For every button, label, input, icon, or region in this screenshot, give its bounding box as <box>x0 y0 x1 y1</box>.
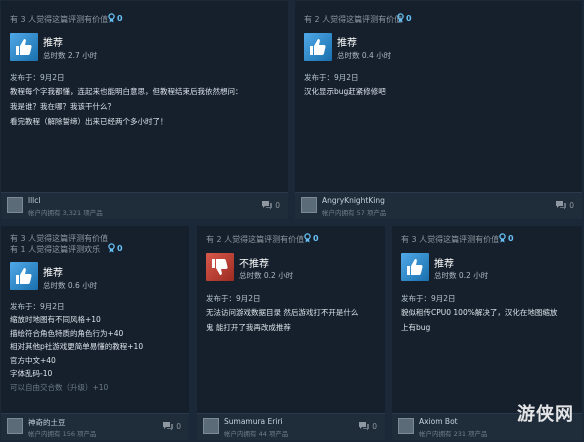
helpful-count: 有 3 人觉得这篇评测有价值 <box>10 234 109 243</box>
review-footer: AngryKnightKing 帐户内拥有 57 项产品 0 <box>295 192 582 219</box>
posted-date: 发布于：9月2日 <box>304 73 359 82</box>
products-owned: 帐户内拥有 231 项产品 <box>419 430 488 438</box>
playtime-hours: 总时数 0.4 小时 <box>337 51 392 60</box>
award-ribbon-icon <box>304 233 311 243</box>
review-verdict[interactable]: 推荐 <box>434 255 454 270</box>
thumbs-up-icon[interactable] <box>10 33 38 61</box>
award-ribbon-icon <box>499 233 506 243</box>
award-count[interactable]: 0 <box>499 233 514 243</box>
review-footer: 神奇的土豆 帐户内拥有 156 项产品 0 <box>1 413 189 440</box>
posted-date: 发布于：9月2日 <box>10 302 65 311</box>
watermark-logo: 游侠网 <box>517 404 574 425</box>
reviewer-name[interactable]: Axiom Bot <box>419 417 458 426</box>
products-owned: 帐户内拥有 3,321 项产品 <box>28 209 103 217</box>
award-count[interactable]: 0 <box>397 13 412 23</box>
award-count[interactable]: 0 <box>108 13 123 23</box>
posted-date: 发布于：9月2日 <box>206 294 261 303</box>
review-card: 有 2 人觉得这篇评测有价值 0 推荐 总时数 0.4 小时 发布于：9月2日 … <box>295 1 582 219</box>
review-footer: lllcl 帐户内拥有 3,321 项产品 0 <box>1 192 288 219</box>
award-ribbon-icon <box>108 13 115 23</box>
reviewer-name[interactable]: AngryKnightKing <box>322 196 385 205</box>
comment-bubble-icon <box>556 201 567 210</box>
comment-bubble-icon <box>163 422 174 431</box>
reviewer-name[interactable]: lllcl <box>28 196 40 205</box>
thumbs-up-icon[interactable] <box>10 262 38 290</box>
posted-date: 发布于：9月2日 <box>10 73 65 82</box>
comment-count[interactable]: 0 <box>358 421 377 431</box>
review-verdict[interactable]: 推荐 <box>43 34 63 49</box>
avatar[interactable] <box>398 418 414 434</box>
helpful-count: 有 2 人觉得这篇评测有价值 <box>304 15 403 24</box>
playtime-hours: 总时数 2.7 小时 <box>43 51 98 60</box>
reviewer-name[interactable]: 神奇的土豆 <box>28 417 66 428</box>
funny-count: 有 1 人觉得这篇评测欢乐 <box>10 245 101 254</box>
review-card: 有 3 人觉得这篇评测有价值 0 推荐 总时数 0.2 小时 发布于：9月2日 … <box>392 226 582 440</box>
award-count[interactable]: 0 <box>108 243 123 253</box>
review-verdict[interactable]: 推荐 <box>43 264 63 279</box>
comment-bubble-icon <box>359 422 370 431</box>
reviewer-name[interactable]: Sumamura Eriri <box>224 417 283 426</box>
products-owned: 帐户内拥有 57 项产品 <box>322 209 387 217</box>
review-footer: Sumamura Eriri 帐户内拥有 44 项产品 0 <box>197 413 385 440</box>
award-count[interactable]: 0 <box>304 233 319 243</box>
review-text: 无法访问游戏数据目录 然后游戏打不开是什么 鬼 能打开了我再改成推荐 <box>206 308 359 332</box>
thumbs-down-icon[interactable] <box>206 253 234 281</box>
helpful-count: 有 3 人觉得这篇评测有价值 <box>10 15 109 24</box>
playtime-hours: 总时数 0.2 小时 <box>239 271 294 280</box>
thumbs-up-icon[interactable] <box>304 33 332 61</box>
comment-count[interactable]: 0 <box>555 200 574 210</box>
review-verdict[interactable]: 不推荐 <box>239 255 269 270</box>
review-card: 有 3 人觉得这篇评测有价值 有 1 人觉得这篇评测欢乐 0 推荐 总时数 0.… <box>1 226 189 440</box>
avatar[interactable] <box>301 197 317 213</box>
products-owned: 帐户内拥有 44 项产品 <box>224 430 289 438</box>
award-ribbon-icon <box>397 13 404 23</box>
review-card: 有 3 人觉得这篇评测有价值 0 推荐 总时数 2.7 小时 发布于：9月2日 … <box>1 1 288 219</box>
review-text: 貌似租传CPU0 100%解决了，汉化在地图缩放 上有bug <box>401 308 558 332</box>
helpful-count: 有 2 人觉得这篇评测有价值 <box>206 235 305 244</box>
review-text: 汉化显示bug赶紧修修吧 <box>304 87 386 96</box>
comment-count[interactable]: 0 <box>162 421 181 431</box>
products-owned: 帐户内拥有 156 项产品 <box>28 430 97 438</box>
comment-count[interactable]: 0 <box>261 200 280 210</box>
award-ribbon-icon <box>108 243 115 253</box>
review-text: 教程每个字我都懂，连起来也能明白意思，但教程结束后我依然想问： 我是谁？我在哪？… <box>10 87 243 126</box>
playtime-hours: 总时数 0.6 小时 <box>43 281 98 290</box>
review-verdict[interactable]: 推荐 <box>337 34 357 49</box>
review-card: 有 2 人觉得这篇评测有价值 0 不推荐 总时数 0.2 小时 发布于：9月2日… <box>197 226 385 440</box>
posted-date: 发布于：9月2日 <box>401 294 456 303</box>
avatar[interactable] <box>7 197 23 213</box>
thumbs-up-icon[interactable] <box>401 253 429 281</box>
review-text: 缩放时地图有不同风格+10 描绘符合角色特质的角色行为+40 相对其他p社游戏更… <box>10 315 144 392</box>
comment-bubble-icon <box>262 201 273 210</box>
avatar[interactable] <box>7 418 23 434</box>
playtime-hours: 总时数 0.2 小时 <box>434 271 489 280</box>
helpful-count: 有 3 人觉得这篇评测有价值 <box>401 235 500 244</box>
avatar[interactable] <box>203 418 219 434</box>
